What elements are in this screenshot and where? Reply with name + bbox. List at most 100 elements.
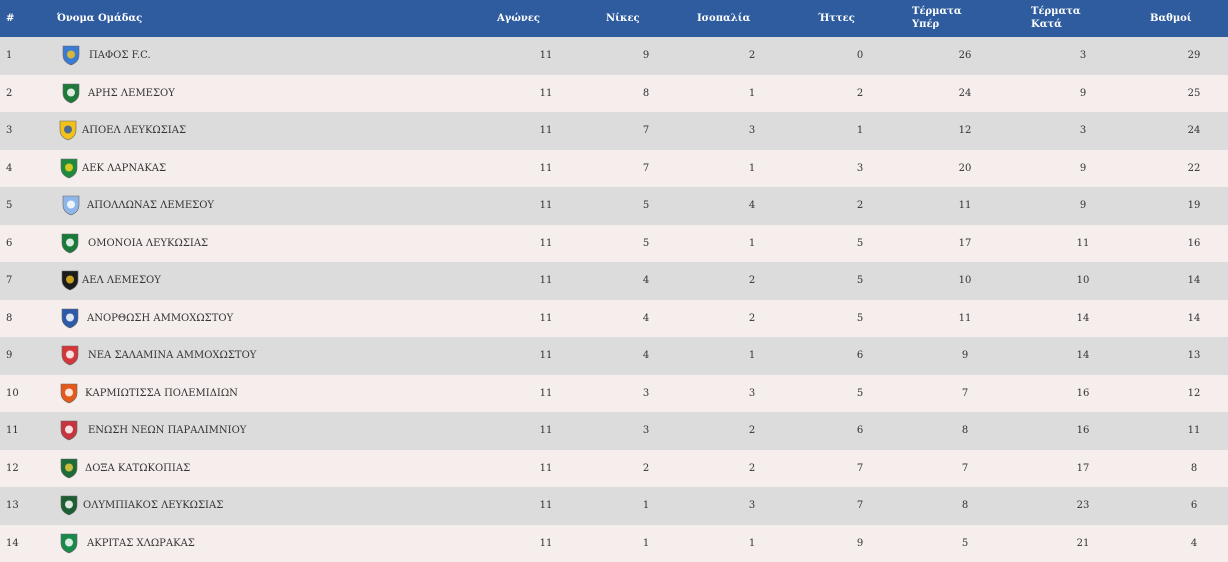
draws-cell: 3	[748, 125, 756, 136]
team-name-link[interactable]: ΔΟΞΑ ΚΑΤΩΚΟΠΙΑΣ	[85, 450, 190, 488]
points-cell: 12	[1187, 387, 1201, 399]
team-name-link[interactable]: ΑΡΗΣ ΛΕΜΕΣΟΥ	[88, 75, 175, 113]
wins-cell: 8	[642, 87, 650, 99]
rank-cell: 10	[6, 387, 19, 399]
rank-cell: 8	[6, 312, 13, 324]
table-header: # Όνομα Ομάδας Αγώνες Νίκες Ισοπαλία Ήττ…	[0, 0, 1228, 37]
goals-against-cell: 9	[1079, 87, 1087, 99]
points-cell: 19	[1187, 200, 1201, 211]
table-row[interactable]: 13 ΟΛΥΜΠΙΑΚΟΣ ΛΕΥΚΩΣΙΑΣ 11 1 3 7 8 23 6	[0, 487, 1228, 525]
played-cell: 11	[539, 275, 553, 286]
aris-limassol-logo-icon	[62, 83, 80, 103]
team-name-link[interactable]: ΕΝΩΣΗ ΝΕΩΝ ΠΑΡΑΛΙΜΝΙΟΥ	[88, 412, 246, 450]
goals-for-cell: 7	[961, 462, 969, 474]
played-cell: 11	[539, 312, 553, 324]
team-name-link[interactable]: ΠΑΦΟΣ F.C.	[89, 37, 151, 75]
wins-cell: 1	[642, 537, 650, 549]
goals-against-cell: 16	[1076, 387, 1090, 399]
losses-cell: 5	[856, 312, 864, 324]
draws-cell: 4	[748, 200, 756, 211]
rank-cell: 9	[6, 350, 13, 361]
rank-cell: 11	[6, 425, 19, 436]
draws-cell: 2	[748, 275, 756, 286]
header-draws: Ισοπαλία	[697, 13, 751, 24]
losses-cell: 3	[856, 162, 864, 174]
team-name-link[interactable]: ΚΑΡΜΙΩΤΙΣΣΑ ΠΟΛΕΜΙΔΙΩΝ	[85, 375, 238, 413]
table-row[interactable]: 7 ΑΕΛ ΛΕΜΕΣΟΥ 11 4 2 5 10 10 14	[0, 262, 1228, 300]
goals-for-cell: 8	[961, 425, 969, 436]
played-cell: 11	[539, 162, 553, 174]
played-cell: 11	[539, 350, 553, 361]
header-goals-against-line1: Τέρματα	[1031, 6, 1081, 17]
table-row[interactable]: 14 ΑΚΡΙΤΑΣ ΧΛΩΡΑΚΑΣ 11 1 1 9 5 21 4	[0, 524, 1228, 562]
wins-cell: 4	[642, 350, 650, 361]
team-name-link[interactable]: ΝΕΑ ΣΑΛΑΜΙΝΑ ΑΜΜΟΧΩΣΤΟΥ	[88, 337, 256, 375]
points-cell: 11	[1187, 425, 1201, 436]
goals-against-cell: 9	[1079, 162, 1087, 174]
table-row[interactable]: 2 ΑΡΗΣ ΛΕΜΕΣΟΥ 11 8 1 2 24 9 25	[0, 74, 1228, 113]
wins-cell: 1	[642, 500, 650, 511]
header-wins: Νίκες	[606, 13, 640, 24]
goals-against-cell: 16	[1076, 425, 1090, 436]
apollon-logo-icon	[62, 195, 80, 216]
draws-cell: 1	[748, 350, 756, 361]
losses-cell: 9	[856, 537, 864, 549]
losses-cell: 7	[856, 462, 864, 474]
doxa-logo-icon	[60, 458, 78, 478]
rank-cell: 12	[6, 462, 19, 474]
goals-against-cell: 3	[1079, 125, 1087, 136]
table-row[interactable]: 10 ΚΑΡΜΙΩΤΙΣΣΑ ΠΟΛΕΜΙΔΙΩΝ 11 3 3 5 7 16 12	[0, 374, 1228, 413]
losses-cell: 5	[856, 237, 864, 249]
team-name-link[interactable]: ΑΕΛ ΛΕΜΕΣΟΥ	[82, 262, 161, 300]
team-name-link[interactable]: ΟΛΥΜΠΙΑΚΟΣ ΛΕΥΚΩΣΙΑΣ	[83, 487, 223, 525]
team-name-link[interactable]: ΑΕΚ ΛΑΡΝΑΚΑΣ	[82, 150, 166, 188]
played-cell: 11	[539, 87, 553, 99]
goals-for-cell: 17	[958, 237, 972, 249]
table-row[interactable]: 6 ΟΜΟΝΟΙΑ ΛΕΥΚΩΣΙΑΣ 11 5 1 5 17 11 16	[0, 224, 1228, 263]
table-row[interactable]: 3 ΑΠΟΕΛ ΛΕΥΚΩΣΙΑΣ 11 7 3 1 12 3 24	[0, 112, 1228, 150]
table-row[interactable]: 1 ΠΑΦΟΣ F.C. 11 9 2 0 26 3 29	[0, 37, 1228, 75]
draws-cell: 2	[748, 462, 756, 474]
team-name-link[interactable]: ΑΚΡΙΤΑΣ ΧΛΩΡΑΚΑΣ	[87, 525, 195, 562]
points-cell: 25	[1187, 87, 1201, 99]
goals-for-cell: 10	[958, 275, 972, 286]
rank-cell: 14	[6, 537, 19, 549]
played-cell: 11	[539, 537, 553, 549]
header-goals-for-line1: Τέρματα	[912, 6, 962, 17]
table-row[interactable]: 4 ΑΕΚ ΛΑΡΝΑΚΑΣ 11 7 1 3 20 9 22	[0, 149, 1228, 188]
team-name-link[interactable]: ΑΠΟΕΛ ΛΕΥΚΩΣΙΑΣ	[82, 112, 186, 150]
apoel-logo-icon	[59, 120, 77, 141]
pafos-fc-logo-icon	[62, 45, 80, 66]
wins-cell: 4	[642, 275, 650, 286]
wins-cell: 3	[642, 425, 650, 436]
rank-cell: 4	[6, 162, 13, 174]
header-rank: #	[6, 13, 15, 24]
table-row[interactable]: 9 ΝΕΑ ΣΑΛΑΜΙΝΑ ΑΜΜΟΧΩΣΤΟΥ 11 4 1 6 9 14 13	[0, 337, 1228, 375]
points-cell: 13	[1187, 350, 1201, 361]
header-goals-for-line2: Υπέρ	[912, 19, 940, 30]
wins-cell: 4	[642, 312, 650, 324]
team-name-link[interactable]: ΟΜΟΝΟΙΑ ΛΕΥΚΩΣΙΑΣ	[88, 225, 208, 263]
header-team: Όνομα Ομάδας	[57, 13, 143, 24]
draws-cell: 1	[748, 87, 756, 99]
points-cell: 6	[1190, 500, 1198, 511]
rank-cell: 3	[6, 125, 13, 136]
rank-cell: 5	[6, 200, 13, 211]
table-row[interactable]: 11 ΕΝΩΣΗ ΝΕΩΝ ΠΑΡΑΛΙΜΝΙΟΥ 11 3 2 6 8 16 11	[0, 412, 1228, 450]
points-cell: 22	[1187, 162, 1201, 174]
team-name-link[interactable]: ΑΝΟΡΘΩΣΗ ΑΜΜΟΧΩΣΤΟΥ	[87, 300, 233, 338]
karmiotissa-logo-icon	[60, 383, 78, 403]
table-row[interactable]: 12 ΔΟΞΑ ΚΑΤΩΚΟΠΙΑΣ 11 2 2 7 7 17 8	[0, 449, 1228, 488]
rank-cell: 13	[6, 500, 19, 511]
table-row[interactable]: 8 ΑΝΟΡΘΩΣΗ ΑΜΜΟΧΩΣΤΟΥ 11 4 2 5 11 14 14	[0, 299, 1228, 338]
goals-against-cell: 14	[1076, 312, 1090, 324]
losses-cell: 5	[856, 275, 864, 286]
goals-for-cell: 26	[958, 50, 972, 61]
header-played: Αγώνες	[497, 13, 540, 24]
draws-cell: 1	[748, 162, 756, 174]
team-name-link[interactable]: ΑΠΟΛΛΩΝΑΣ ΛΕΜΕΣΟΥ	[87, 187, 214, 225]
losses-cell: 7	[856, 500, 864, 511]
losses-cell: 6	[856, 350, 864, 361]
table-row[interactable]: 5 ΑΠΟΛΛΩΝΑΣ ΛΕΜΕΣΟΥ 11 5 4 2 11 9 19	[0, 187, 1228, 225]
goals-against-cell: 21	[1076, 537, 1090, 549]
